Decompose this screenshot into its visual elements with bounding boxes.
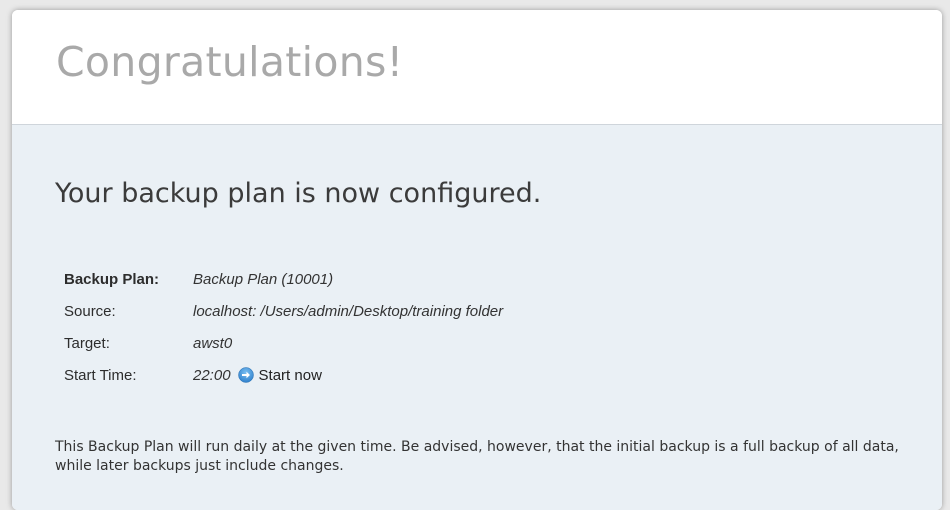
dialog-header: Congratulations! xyxy=(12,10,942,125)
detail-row-source: Source: localhost: /Users/admin/Desktop/… xyxy=(64,295,503,327)
detail-row-target: Target: awst0 xyxy=(64,327,503,359)
detail-label: Source: xyxy=(64,302,116,320)
detail-label: Target: xyxy=(64,334,110,352)
schedule-note: This Backup Plan will run daily at the g… xyxy=(55,439,899,474)
detail-label: Start Time: xyxy=(64,366,137,384)
start-now-link[interactable]: Start now xyxy=(237,366,322,384)
plan-details: Backup Plan: Backup Plan (10001) Source:… xyxy=(64,263,503,391)
dialog-window: Congratulations! Your backup plan is now… xyxy=(12,10,942,510)
page-title: Congratulations! xyxy=(56,38,404,86)
start-now-label: Start now xyxy=(258,366,322,384)
arrow-circle-right-icon xyxy=(237,367,254,383)
detail-value: Backup Plan (10001) xyxy=(193,270,334,288)
confirmation-subtitle: Your backup plan is now configured. xyxy=(55,178,542,209)
dialog-content: Your backup plan is now configured. Back… xyxy=(12,125,942,510)
detail-row-start-time: Start Time: 22:00 Start now xyxy=(64,359,503,391)
detail-value: localhost: /Users/admin/Desktop/training… xyxy=(193,302,504,320)
detail-value: awst0 xyxy=(193,334,233,352)
detail-label: Backup Plan: xyxy=(64,270,160,288)
detail-row-backup-plan: Backup Plan: Backup Plan (10001) xyxy=(64,263,503,295)
detail-value: 22:00 xyxy=(193,366,231,384)
